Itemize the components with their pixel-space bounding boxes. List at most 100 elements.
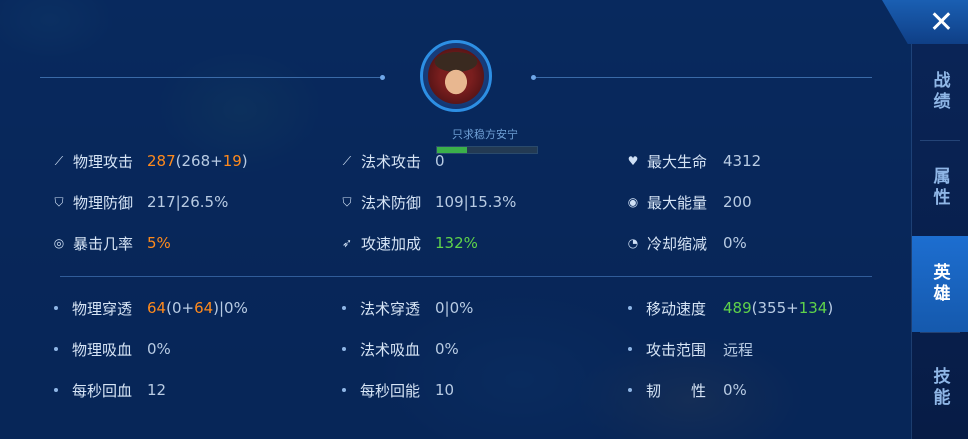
bullet-icon <box>628 347 632 351</box>
stat-row: 物理穿透 64(0+64)|0% <box>52 297 248 319</box>
bullet-icon <box>54 306 58 310</box>
stat-label: 移动速度 <box>646 299 707 318</box>
player-name: 只求稳方安宁 <box>452 128 518 141</box>
stat-label: 物理防御 <box>73 193 134 212</box>
section-divider <box>60 276 872 277</box>
stat-value-part: 19 <box>222 152 242 170</box>
stat-label: 最大能量 <box>647 193 708 212</box>
stat-label: 攻击范围 <box>646 340 707 359</box>
stat-value-part: 489 <box>723 299 752 317</box>
stat-label: 最大生命 <box>647 152 708 171</box>
stat-value-part: ) <box>827 299 834 317</box>
stat-label: 暴击几率 <box>73 234 134 253</box>
stat-value: 64(0+64)|0% <box>147 299 248 317</box>
stat-value-part: (355+ <box>751 299 799 317</box>
stat-value-part: 4312 <box>723 152 762 170</box>
stat-value: 217|26.5% <box>147 193 228 211</box>
stat-row: 攻击范围 远程 <box>626 338 753 360</box>
stat-value-part: 109|15.3% <box>435 193 517 211</box>
stat-value: 0% <box>435 340 459 358</box>
stat-value: 0% <box>147 340 171 358</box>
stat-row: ➶ 攻速加成 132% <box>340 232 478 254</box>
hero-avatar[interactable] <box>420 40 492 112</box>
header-dot-left <box>380 75 385 80</box>
header-line-left <box>40 77 380 78</box>
stat-value-part: 0% <box>147 340 171 358</box>
stat-value-part: 0 <box>435 152 445 170</box>
attack-speed-icon: ➶ <box>341 236 353 250</box>
close-icon: ✕ <box>928 4 954 40</box>
hero-portrait <box>428 48 484 104</box>
bullet-icon <box>628 388 632 392</box>
stat-row: ◉ 最大能量 200 <box>626 191 752 213</box>
stat-value: 0% <box>723 234 747 252</box>
stat-value: 12 <box>147 381 166 399</box>
stat-label: 每秒回能 <box>360 381 421 400</box>
cooldown-icon: ◔ <box>627 236 639 250</box>
stat-row: ⛉ 物理防御 217|26.5% <box>52 191 228 213</box>
health-bar <box>436 146 538 154</box>
sidebar: 战绩 属性 英雄 技能 <box>911 0 968 439</box>
stat-value: 0% <box>723 381 747 399</box>
stat-value-part: 134 <box>798 299 828 317</box>
stat-value-part: 0% <box>723 234 747 252</box>
header-dot-right <box>531 75 536 80</box>
stat-value-part: (0+ <box>166 299 195 317</box>
stat-row: ⟋ 法术攻击 0 <box>340 150 445 172</box>
wand-icon: ⟋ <box>342 153 352 168</box>
stat-value-part: )|0% <box>213 299 248 317</box>
stat-label: 法术攻击 <box>361 152 422 171</box>
stat-value: 287(268+19) <box>147 152 248 170</box>
stat-value: 0|0% <box>435 299 473 317</box>
bullet-icon <box>342 347 346 351</box>
tab-1[interactable]: 战绩 <box>912 44 968 140</box>
bullet-icon <box>54 388 58 392</box>
stat-row: ⛉ 法术防御 109|15.3% <box>340 191 516 213</box>
stat-value-part: (268+ <box>175 152 223 170</box>
energy-icon: ◉ <box>627 195 639 209</box>
sword-icon: ⟋ <box>54 153 64 168</box>
tab-2[interactable]: 属性 <box>912 140 968 236</box>
stat-value-part: ) <box>241 152 248 170</box>
stat-value: 489(355+134) <box>723 299 833 317</box>
stat-value: 4312 <box>723 152 761 170</box>
stat-value-part: 0|0% <box>435 299 474 317</box>
stat-value-part: 远程 <box>723 340 754 359</box>
stat-value-part: 287 <box>147 152 176 170</box>
stat-label: 攻速加成 <box>361 234 422 253</box>
stat-row: 法术穿透 0|0% <box>340 297 473 319</box>
stat-value: 0 <box>435 152 445 170</box>
bullet-icon <box>342 388 346 392</box>
header-line-right <box>536 77 872 78</box>
stat-label: 物理穿透 <box>72 299 133 318</box>
stat-row: 每秒回血 12 <box>52 379 166 401</box>
stat-label: 冷却缩减 <box>647 234 708 253</box>
stat-label: 物理吸血 <box>72 340 133 359</box>
crit-icon: ◎ <box>53 236 65 250</box>
stat-row: ⟋ 物理攻击 287(268+19) <box>52 150 248 172</box>
stat-value-part: 10 <box>435 381 455 399</box>
stat-label: 物理攻击 <box>73 152 134 171</box>
stat-value-part: 5% <box>147 234 171 252</box>
stat-row: 每秒回能 10 <box>340 379 454 401</box>
stat-value: 109|15.3% <box>435 193 516 211</box>
magic-shield-icon: ⛉ <box>342 194 352 209</box>
stat-value-part: 217|26.5% <box>147 193 229 211</box>
stat-row: ◔ 冷却缩减 0% <box>626 232 747 254</box>
stat-value: 5% <box>147 234 171 252</box>
stat-row: 移动速度 489(355+134) <box>626 297 833 319</box>
bullet-icon <box>628 306 632 310</box>
stat-value-part: 132% <box>435 234 478 252</box>
tab-4[interactable]: 技能 <box>912 340 968 436</box>
stat-label: 法术防御 <box>361 193 422 212</box>
tab-3[interactable]: 英雄 <box>912 236 968 332</box>
bullet-icon <box>342 306 346 310</box>
stat-label: 法术穿透 <box>360 299 421 318</box>
stat-value: 132% <box>435 234 478 252</box>
stat-value-part: 200 <box>723 193 752 211</box>
stat-label: 每秒回血 <box>72 381 133 400</box>
stat-row: 法术吸血 0% <box>340 338 459 360</box>
stat-value: 200 <box>723 193 752 211</box>
stat-value-part: 0% <box>435 340 459 358</box>
stat-value-part: 12 <box>147 381 167 399</box>
